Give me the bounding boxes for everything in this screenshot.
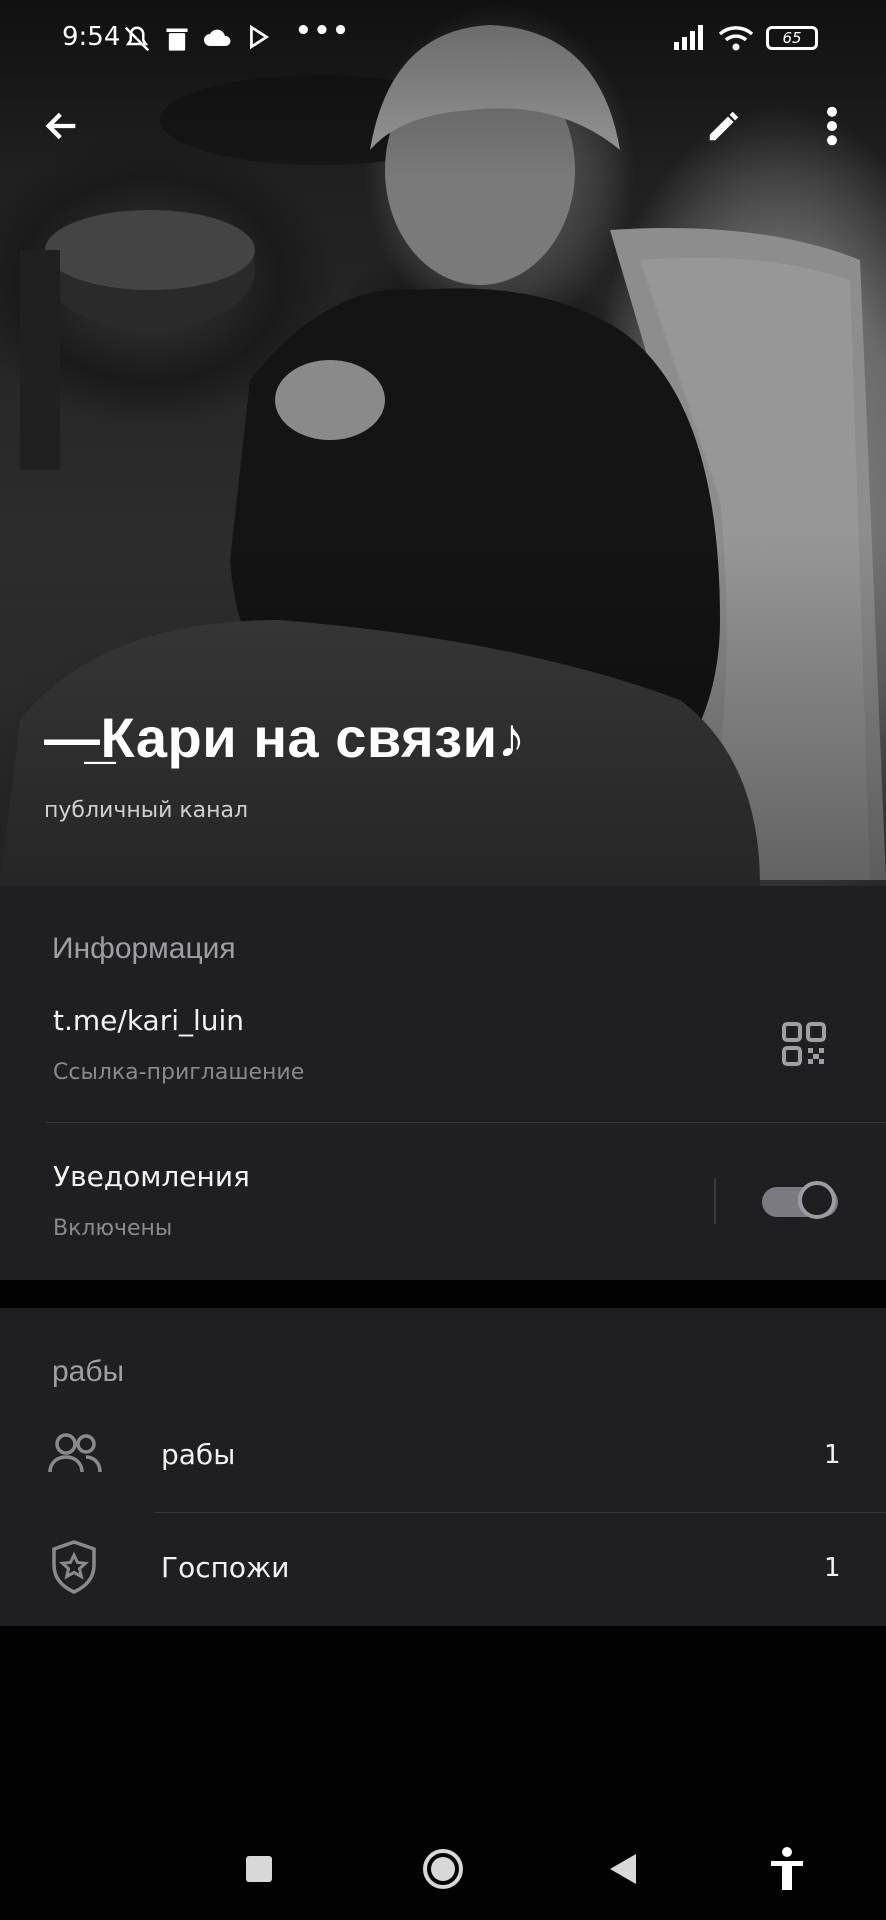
battery-icon: 65	[766, 26, 818, 50]
members-row-count: 1	[824, 1553, 841, 1583]
wifi-icon	[718, 24, 754, 59]
accessibility-button[interactable]	[768, 1846, 806, 1892]
trash-icon	[163, 24, 191, 61]
more-notifications-icon: •••	[295, 16, 351, 46]
users-icon	[48, 1432, 102, 1480]
members-row-count: 1	[824, 1440, 841, 1470]
bell-off-icon	[122, 24, 152, 61]
signal-icon	[672, 24, 706, 57]
status-time: 9:54	[62, 22, 121, 52]
members-row-mistresses[interactable]: Госпожи 1	[0, 1513, 886, 1625]
triangle-back-icon	[610, 1854, 636, 1884]
accessibility-icon	[771, 1847, 803, 1890]
back-nav-button[interactable]	[606, 1850, 640, 1888]
square-icon	[246, 1856, 272, 1882]
channel-subtitle: публичный канал	[44, 798, 249, 823]
home-circle-icon	[423, 1849, 463, 1889]
notifications-toggle[interactable]	[762, 1181, 838, 1221]
divider	[46, 1122, 886, 1123]
invite-link-row[interactable]: t.me/kari_luin Ссылка-приглашение	[0, 990, 886, 1120]
system-nav-bar	[0, 1820, 886, 1920]
invite-link: t.me/kari_luin	[53, 1004, 245, 1037]
members-section-title: рабы	[52, 1355, 125, 1388]
vertical-separator	[714, 1178, 716, 1224]
shield-star-icon	[50, 1539, 98, 1599]
channel-header: —̲Кари на связи♪ публичный канал	[44, 705, 846, 823]
notifications-label: Уведомления	[53, 1160, 250, 1193]
recents-button[interactable]	[242, 1852, 276, 1886]
cloud-icon	[202, 24, 234, 59]
toggle-knob	[798, 1181, 836, 1219]
status-bar: 9:54 ••• 65	[0, 0, 886, 80]
arrow-left-icon	[45, 112, 76, 140]
info-section-title: Информация	[52, 932, 236, 965]
more-vertical-icon	[827, 106, 837, 146]
edit-button[interactable]	[694, 96, 754, 156]
more-options-button[interactable]	[802, 96, 862, 156]
home-button[interactable]	[420, 1846, 466, 1892]
back-button[interactable]	[32, 96, 92, 156]
members-row-label: рабы	[161, 1438, 236, 1471]
members-row-label: Госпожи	[161, 1551, 290, 1584]
qr-code-icon	[782, 1022, 826, 1066]
invite-link-caption: Ссылка-приглашение	[53, 1060, 305, 1085]
play-store-icon	[248, 24, 270, 57]
notifications-status: Включены	[53, 1216, 173, 1241]
members-row-slaves[interactable]: рабы 1	[0, 1400, 886, 1512]
qr-code-button[interactable]	[782, 1022, 826, 1066]
notifications-row[interactable]: Уведомления Включены	[0, 1130, 700, 1260]
channel-title: —̲Кари на связи♪	[44, 706, 526, 769]
pencil-icon	[709, 111, 739, 141]
